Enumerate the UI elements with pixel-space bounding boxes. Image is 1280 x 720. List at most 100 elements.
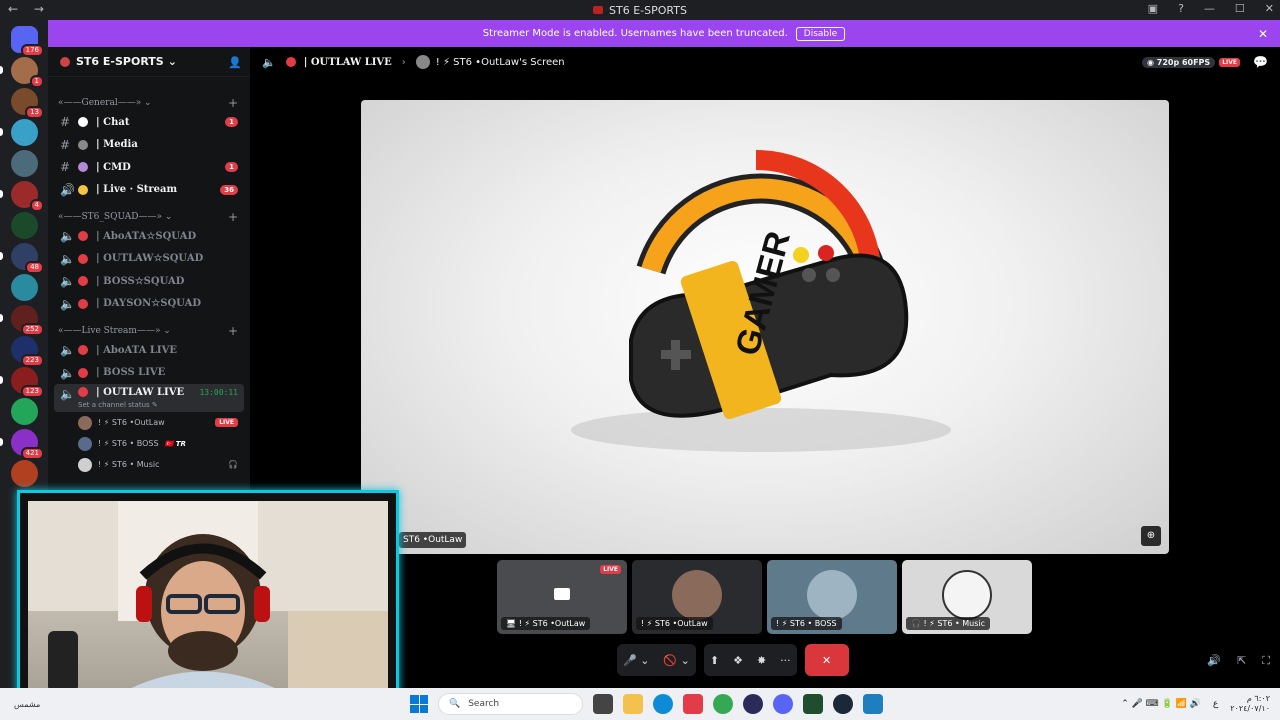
chrome-icon[interactable]	[713, 694, 733, 714]
stage-header: 🔈 | OUTLAW LIVE › ! ⚡ ST6 •OutLaw's Scre…	[250, 47, 1280, 77]
mention-badge: 421	[20, 447, 44, 460]
soundboard-button[interactable]: ✸	[757, 654, 766, 667]
banner-close-icon[interactable]: ✕	[1258, 27, 1268, 41]
camera-button[interactable]: 🚫 ⌄	[663, 654, 689, 667]
voice-channel-item[interactable]: 🔈 | DAYSON☆SQUAD	[48, 293, 250, 316]
server-icon[interactable]	[11, 212, 38, 239]
channel-name: | OUTLAW LIVE	[96, 387, 185, 398]
mic-button[interactable]: 🎤 ⌄	[623, 654, 649, 667]
volume-icon[interactable]: 🔊	[1207, 654, 1221, 668]
category-general[interactable]: «——General——» ⌄ +	[48, 95, 250, 111]
windows-start-icon[interactable]	[410, 695, 428, 713]
edge-icon[interactable]	[653, 694, 673, 714]
weather-widget[interactable]: مشمس	[14, 700, 40, 709]
channel-item[interactable]: # | CMD 1	[48, 156, 250, 179]
inbox-icon[interactable]: ▣	[1148, 2, 1158, 15]
app-icon[interactable]	[863, 694, 883, 714]
channel-item[interactable]: # | Media	[48, 134, 250, 157]
more-button[interactable]: ···	[780, 654, 791, 667]
server-icon[interactable]: 252	[11, 305, 44, 336]
participant-tile[interactable]: 🎧 ! ⚡ ST6 • Music	[902, 560, 1032, 634]
mention-badge: 4	[29, 199, 44, 212]
participant-tile[interactable]: ! ⚡ ST6 • BOSS	[767, 560, 897, 634]
guild-icon	[60, 56, 70, 67]
zoom-icon[interactable]: ⊕	[1141, 526, 1161, 546]
server-icon[interactable]: 421	[11, 429, 44, 460]
add-channel-icon[interactable]: +	[228, 210, 238, 224]
add-channel-icon[interactable]: +	[228, 96, 238, 110]
server-icon[interactable]	[11, 398, 38, 425]
server-icon[interactable]: 176	[11, 26, 44, 57]
participant-tile[interactable]: ! ⚡ ST6 •OutLaw	[632, 560, 762, 634]
guild-header[interactable]: ST6 E-SPORTS ⌄ 👤	[48, 47, 250, 77]
app-icon[interactable]	[683, 694, 703, 714]
back-button[interactable]: ←	[8, 2, 18, 16]
speaker-icon: 🔈	[60, 229, 75, 244]
active-voice-channel[interactable]: 🔈 | OUTLAW LIVE 13:00:11 Set a channel s…	[54, 384, 244, 412]
steam-icon[interactable]	[833, 694, 853, 714]
forward-button[interactable]: →	[34, 2, 44, 16]
share-screen-button[interactable]: ⬆	[710, 654, 719, 667]
popout-icon[interactable]: ⇱	[1237, 654, 1246, 668]
tray-icons[interactable]: ⌃ 🎤 ⌨ 🔋 📶 🔊	[1121, 699, 1201, 709]
minimize-button[interactable]: —	[1204, 2, 1215, 15]
server-icon[interactable]: 13	[11, 88, 44, 119]
voice-channel-item[interactable]: 🔈 | BOSS LIVE	[48, 362, 250, 385]
category-squad[interactable]: «——ST6_SQUAD——» ⌄ +	[48, 209, 250, 225]
task-view-icon[interactable]	[593, 694, 613, 714]
live-badge: LIVE	[1219, 57, 1240, 67]
help-icon[interactable]: ?	[1178, 2, 1184, 15]
mention-badge: 13	[25, 106, 44, 119]
server-icon[interactable]: 223	[11, 336, 44, 367]
voice-channel-item[interactable]: 🔈 | OUTLAW☆SQUAD	[48, 248, 250, 271]
add-user-icon[interactable]: 👤	[228, 56, 242, 69]
fullscreen-icon[interactable]: ⛶	[1262, 654, 1270, 668]
voice-channel-item[interactable]: 🔈 | AboATA LIVE	[48, 339, 250, 362]
avatar	[415, 55, 430, 69]
taskbar: مشمس 🔍 Search ⌃ 🎤 ⌨ 🔋 📶 🔊 ع ٦:٠٢ م ٢٠٢٤/…	[0, 688, 1280, 720]
app-icon[interactable]	[803, 694, 823, 714]
file-explorer-icon[interactable]	[623, 694, 643, 714]
clock[interactable]: ٦:٠٢ م ٢٠٢٤/٠٧/١٠	[1230, 694, 1270, 714]
stream-stage: 🔈 | OUTLAW LIVE › ! ⚡ ST6 •OutLaw's Scre…	[250, 47, 1280, 688]
disable-button[interactable]: Disable	[795, 26, 846, 41]
live-badge: LIVE	[215, 418, 238, 427]
stream-video[interactable]: GAMER ST6 •OutLaw ⊕	[361, 100, 1169, 554]
quality-badge: ◉ 720p 60FPS	[1141, 56, 1216, 68]
channel-item[interactable]: # | Chat 1	[48, 111, 250, 134]
stage-channel-name[interactable]: | OUTLAW LIVE	[304, 57, 392, 68]
server-icon[interactable]: 48	[11, 243, 44, 274]
server-icon[interactable]: 123	[11, 367, 44, 398]
category-live-stream[interactable]: «——Live Stream——» ⌄ +	[48, 323, 250, 339]
language-indicator[interactable]: ع	[1213, 699, 1218, 709]
voice-channel-item[interactable]: 🔈 | AboATA☆SQUAD	[48, 225, 250, 248]
app-logo-icon	[593, 6, 604, 14]
app-icon[interactable]	[743, 694, 763, 714]
server-icon[interactable]	[11, 119, 38, 146]
server-icon[interactable]	[11, 460, 38, 487]
server-icon[interactable]: 4	[11, 181, 44, 212]
server-icon[interactable]	[11, 274, 38, 301]
participant-tile[interactable]: LIVE 🖥 ! ⚡ ST6 •OutLaw	[497, 560, 627, 634]
voice-channel-item[interactable]: 🔈 | BOSS☆SQUAD	[48, 270, 250, 293]
channel-status[interactable]: Set a channel status ✎	[78, 401, 158, 409]
tile-label: 🎧 ! ⚡ ST6 • Music	[906, 617, 991, 630]
discord-icon[interactable]	[773, 694, 793, 714]
system-tray: ⌃ 🎤 ⌨ 🔋 📶 🔊 ع ٦:٠٢ م ٢٠٢٤/٠٧/١٠	[1121, 694, 1270, 714]
add-channel-icon[interactable]: +	[228, 324, 238, 338]
maximize-button[interactable]: ☐	[1235, 2, 1245, 15]
activities-button[interactable]: ❖	[733, 654, 743, 667]
end-call-button[interactable]: ✕	[804, 644, 849, 676]
taskbar-search[interactable]: 🔍 Search	[438, 693, 583, 715]
chat-icon[interactable]: 💬	[1253, 55, 1268, 69]
title-bar: ← → ST6 E-SPORTS ▣ ? — ☐ ✕	[0, 0, 1280, 20]
server-icon[interactable]: 1	[11, 57, 44, 88]
unread-pill	[0, 376, 3, 384]
mention-badge: 1	[29, 75, 44, 88]
channel-item[interactable]: 🔊 | Live · Stream 36	[48, 179, 250, 202]
server-icon[interactable]	[11, 150, 38, 177]
voice-user[interactable]: ! ⚡ ST6 • Music 🎧	[48, 454, 250, 475]
close-button[interactable]: ✕	[1265, 2, 1274, 15]
voice-user[interactable]: ! ⚡ ST6 •OutLaw LIVE	[48, 412, 250, 433]
voice-user[interactable]: ! ⚡ ST6 • BOSS 🇹🇷 TR	[48, 433, 250, 454]
